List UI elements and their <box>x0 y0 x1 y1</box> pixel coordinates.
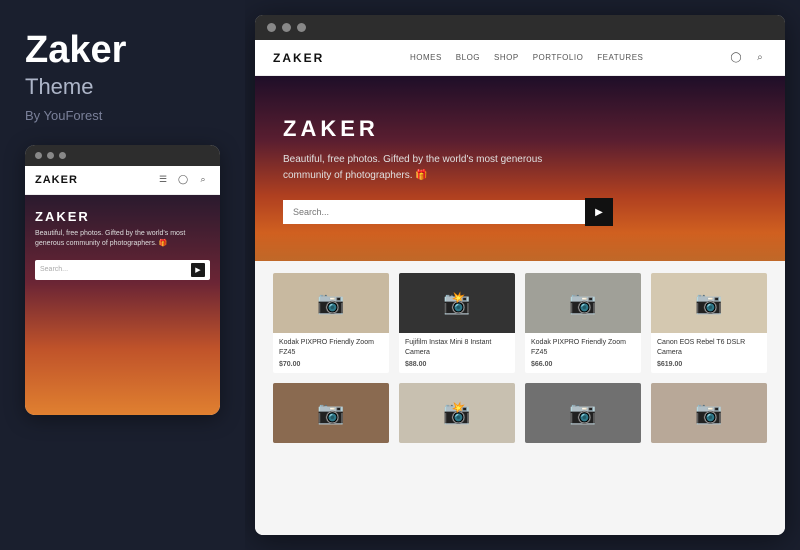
product-image-5: 📷 <box>273 383 389 443</box>
desktop-search-bar[interactable]: ▶ <box>283 198 613 226</box>
product-info-4: Canon EOS Rebel T6 DSLR Camera $619.00 <box>651 333 767 373</box>
nav-homes[interactable]: HOMES <box>410 53 442 62</box>
product-image-2: 📸 <box>399 273 515 333</box>
mobile-preview-card: ZAKER ☰ ◯ ⌕ ZAKER Beautiful, free photos… <box>25 145 220 415</box>
right-panel: ZAKER HOMES BLOG SHOP PORTFOLIO FEATURES… <box>245 0 800 550</box>
search-icon: ⌕ <box>196 173 210 187</box>
product-image-4: 📷 <box>651 273 767 333</box>
hamburger-icon: ☰ <box>156 173 170 187</box>
mobile-hero: ZAKER Beautiful, free photos. Gifted by … <box>25 195 220 415</box>
desktop-logo: ZAKER <box>273 51 324 65</box>
product-card-1[interactable]: 📷 Kodak PIXPRO Friendly Zoom FZ45 $70.00 <box>273 273 389 373</box>
mobile-hero-title: ZAKER <box>35 209 210 224</box>
desktop-user-icon[interactable]: ◯ <box>729 51 743 65</box>
browser-dot-1 <box>35 152 42 159</box>
mobile-nav-icons: ☰ ◯ ⌕ <box>156 173 210 187</box>
product-card-6[interactable]: 📸 <box>399 383 515 443</box>
nav-features[interactable]: FEATURES <box>597 53 643 62</box>
browser-dot-3 <box>59 152 66 159</box>
product-info-1: Kodak PIXPRO Friendly Zoom FZ45 $70.00 <box>273 333 389 373</box>
desktop-search-icon[interactable]: ⌕ <box>753 51 767 65</box>
products-grid-row1: 📷 Kodak PIXPRO Friendly Zoom FZ45 $70.00… <box>273 273 767 373</box>
desktop-browser-bar <box>255 15 785 40</box>
desktop-search-input[interactable] <box>283 200 585 224</box>
browser-dot-2 <box>47 152 54 159</box>
nav-blog[interactable]: BLOG <box>456 53 480 62</box>
desktop-site-header: ZAKER HOMES BLOG SHOP PORTFOLIO FEATURES… <box>255 40 785 76</box>
product-name-1: Kodak PIXPRO Friendly Zoom FZ45 <box>279 338 383 358</box>
theme-author: By YouForest <box>25 108 220 123</box>
desktop-hero-subtitle: Beautiful, free photos. Gifted by the wo… <box>283 152 583 184</box>
desktop-dot-3 <box>297 23 306 32</box>
product-card-5[interactable]: 📷 <box>273 383 389 443</box>
desktop-hero: ZAKER Beautiful, free photos. Gifted by … <box>255 76 785 261</box>
mobile-search-placeholder[interactable]: Search... <box>40 266 187 273</box>
mobile-search-button[interactable]: ▶ <box>191 263 205 277</box>
product-name-4: Canon EOS Rebel T6 DSLR Camera <box>657 338 761 358</box>
product-info-3: Kodak PIXPRO Friendly Zoom FZ45 $66.00 <box>525 333 641 373</box>
product-price-2: $88.00 <box>405 361 509 368</box>
product-price-4: $619.00 <box>657 361 761 368</box>
mobile-logo: ZAKER <box>35 174 78 186</box>
desktop-products: 📷 Kodak PIXPRO Friendly Zoom FZ45 $70.00… <box>255 261 785 535</box>
product-card-8[interactable]: 📷 <box>651 383 767 443</box>
mobile-browser-bar <box>25 145 220 166</box>
product-image-6: 📸 <box>399 383 515 443</box>
product-image-1: 📷 <box>273 273 389 333</box>
nav-shop[interactable]: SHOP <box>494 53 519 62</box>
left-panel: Zaker Theme By YouForest ZAKER ☰ ◯ ⌕ ZAK… <box>0 0 245 550</box>
theme-title: Zaker <box>25 30 220 72</box>
product-image-7: 📷 <box>525 383 641 443</box>
desktop-preview-card: ZAKER HOMES BLOG SHOP PORTFOLIO FEATURES… <box>255 15 785 535</box>
desktop-dot-1 <box>267 23 276 32</box>
product-card-7[interactable]: 📷 <box>525 383 641 443</box>
desktop-dot-2 <box>282 23 291 32</box>
product-image-8: 📷 <box>651 383 767 443</box>
desktop-nav-icons: ◯ ⌕ <box>729 51 767 65</box>
product-card-4[interactable]: 📷 Canon EOS Rebel T6 DSLR Camera $619.00 <box>651 273 767 373</box>
product-card-3[interactable]: 📷 Kodak PIXPRO Friendly Zoom FZ45 $66.00 <box>525 273 641 373</box>
product-image-3: 📷 <box>525 273 641 333</box>
mobile-search-bar[interactable]: Search... ▶ <box>35 260 210 280</box>
mobile-hero-text: Beautiful, free photos. Gifted by the wo… <box>35 229 210 250</box>
product-name-3: Kodak PIXPRO Friendly Zoom FZ45 <box>531 338 635 358</box>
desktop-search-button[interactable]: ▶ <box>585 198 613 226</box>
desktop-hero-title: ZAKER <box>283 116 757 142</box>
theme-subtitle: Theme <box>25 74 220 100</box>
user-icon: ◯ <box>176 173 190 187</box>
nav-portfolio[interactable]: PORTFOLIO <box>533 53 584 62</box>
product-card-2[interactable]: 📸 Fujifilm Instax Mini 8 Instant Camera … <box>399 273 515 373</box>
product-info-2: Fujifilm Instax Mini 8 Instant Camera $8… <box>399 333 515 373</box>
mobile-site-header: ZAKER ☰ ◯ ⌕ <box>25 166 220 195</box>
product-price-1: $70.00 <box>279 361 383 368</box>
desktop-nav: HOMES BLOG SHOP PORTFOLIO FEATURES <box>410 53 643 62</box>
product-name-2: Fujifilm Instax Mini 8 Instant Camera <box>405 338 509 358</box>
products-grid-row2: 📷 📸 📷 📷 <box>273 383 767 443</box>
product-price-3: $66.00 <box>531 361 635 368</box>
